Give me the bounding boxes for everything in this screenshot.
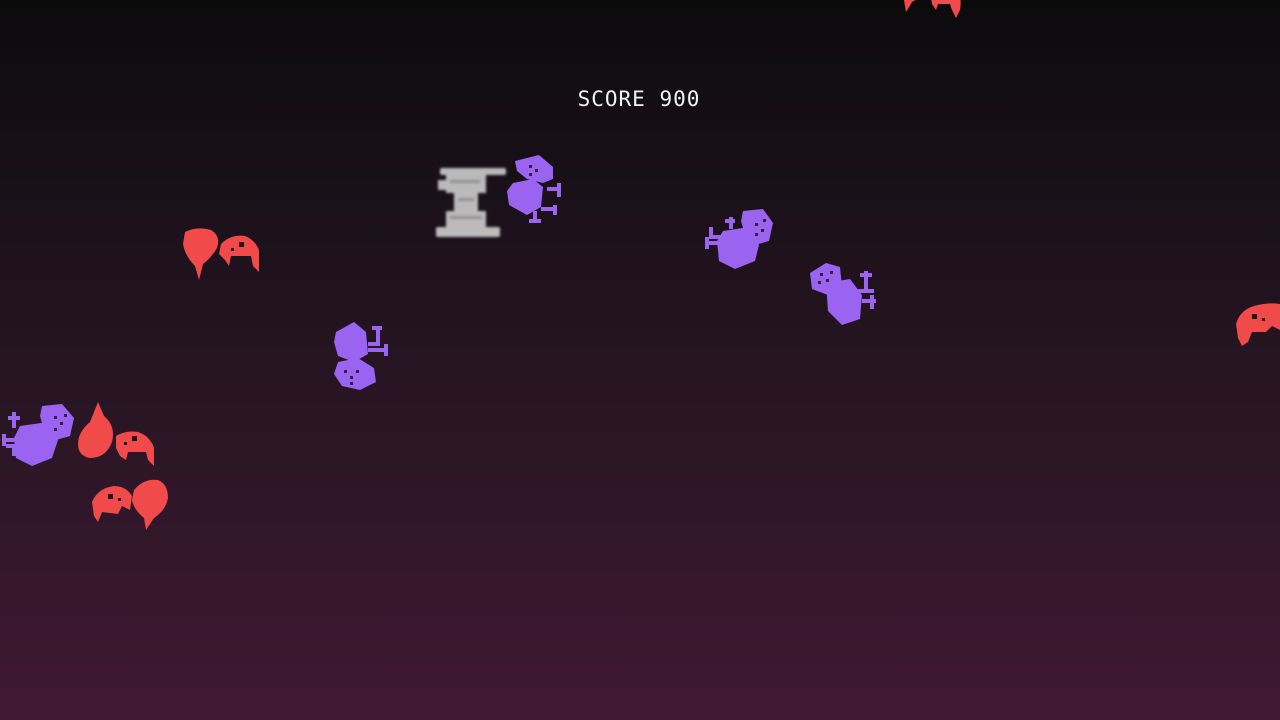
score-label: SCORE — [577, 87, 646, 111]
purple-enemy — [2, 404, 74, 466]
red-enemy — [183, 228, 259, 280]
red-enemy — [904, 0, 961, 18]
purple-enemy — [507, 155, 561, 223]
purple-enemy — [705, 209, 773, 269]
red-enemy — [78, 402, 154, 466]
game-canvas[interactable]: SCORE 900 — [0, 0, 1280, 720]
player-ship — [436, 168, 506, 237]
score-display: SCORE 900 — [0, 86, 1278, 112]
purple-enemy — [810, 263, 876, 325]
score-value: 900 — [659, 87, 701, 111]
purple-enemy — [334, 322, 388, 390]
red-enemy — [1236, 303, 1280, 346]
red-enemy — [92, 479, 168, 530]
